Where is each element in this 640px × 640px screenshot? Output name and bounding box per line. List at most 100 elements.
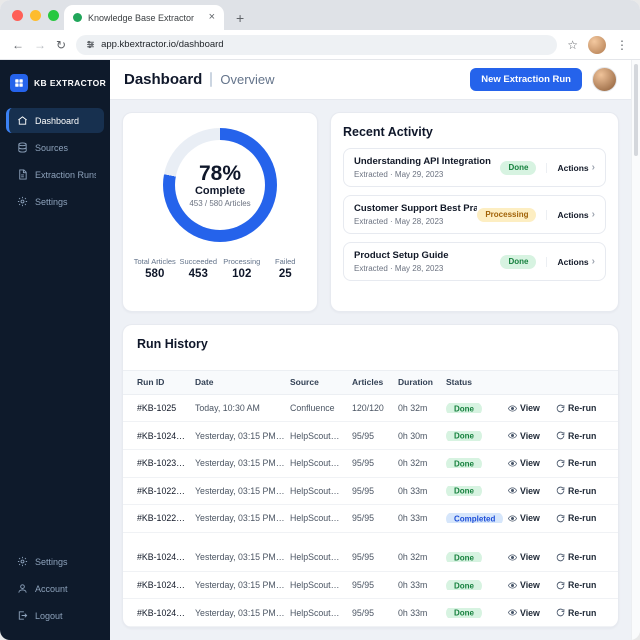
refresh-icon (556, 459, 565, 468)
status-cell: Done (446, 580, 508, 591)
run-articles: 95/95 (352, 580, 375, 591)
view-label: View (520, 485, 540, 496)
status-cell: Done (446, 552, 508, 563)
sidebar-item-label: Settings (35, 556, 68, 567)
status-cell: Done (446, 403, 508, 414)
completion-label: Complete (194, 185, 246, 198)
actions-button[interactable]: Actions › (546, 209, 595, 220)
scrollbar[interactable] (631, 60, 640, 640)
app-name: KB EXTRACTOR (34, 78, 107, 88)
stat-label: Succeeded (179, 257, 218, 266)
rerun-button[interactable]: Re-run (556, 513, 604, 523)
run-source: Confluence (290, 403, 335, 414)
activity-subtitle: Extracted · May 28, 2023 (354, 264, 444, 273)
status-cell: Done (446, 458, 508, 469)
rerun-button[interactable]: Re-run (556, 458, 604, 468)
eye-icon (508, 405, 517, 412)
activity-item: Customer Support Best Practices Extracte… (343, 195, 606, 234)
sidebar-item-extraction-runs[interactable]: Extraction Runs (6, 162, 104, 187)
chevron-right-icon: › (591, 161, 595, 173)
address-bar[interactable]: app.kbextractor.io/dashboard (76, 34, 558, 55)
run-date: Yesterday, 03:15 PM… (195, 513, 285, 524)
new-extraction-run-button[interactable]: New Extraction Run (470, 68, 582, 91)
rerun-label: Re-run (568, 513, 597, 524)
zoom-window-button[interactable] (48, 10, 59, 21)
sidebar-footer-logout[interactable]: Logout (6, 603, 104, 628)
rerun-label: Re-run (568, 607, 597, 618)
table-row: #KB-1023… Yesterday, 03:15 PM… HelpScout… (123, 450, 618, 478)
view-button[interactable]: View (508, 458, 556, 468)
run-duration: 0h 33m (398, 485, 428, 496)
tab-close-icon[interactable]: × (209, 12, 215, 23)
view-label: View (520, 513, 540, 524)
sidebar-item-settings[interactable]: Settings (6, 189, 104, 214)
sidebar-item-label: Sources (35, 142, 69, 153)
sidebar-item-label: Settings (35, 196, 68, 207)
table-row: #KB-1022… Yesterday, 03:15 PM… HelpScout… (123, 478, 618, 506)
gear-icon (17, 556, 28, 567)
back-icon[interactable]: ← (12, 39, 24, 51)
column-status: Status (446, 377, 472, 388)
rerun-button[interactable]: Re-run (556, 552, 604, 562)
rerun-label: Re-run (568, 403, 597, 414)
sidebar-footer-settings[interactable]: Settings (6, 549, 104, 574)
run-id: #KB-1022… (137, 513, 185, 524)
sidebar-item-dashboard[interactable]: Dashboard (6, 108, 104, 133)
reload-icon[interactable]: ↻ (56, 39, 66, 51)
eye-icon (508, 515, 517, 522)
browser-menu-icon[interactable]: ⋮ (616, 39, 628, 51)
view-button[interactable]: View (508, 403, 556, 413)
browser-window: Knowledge Base Extractor × + ← → ↻ app.k… (0, 0, 640, 640)
rerun-button[interactable]: Re-run (556, 486, 604, 496)
refresh-icon (556, 404, 565, 412)
bookmark-star-icon[interactable]: ☆ (567, 39, 578, 51)
sidebar-footer-account[interactable]: Account (6, 576, 104, 601)
rerun-button[interactable]: Re-run (556, 431, 604, 441)
run-date: Yesterday, 03:15 PM… (195, 580, 285, 591)
view-button[interactable]: View (508, 608, 556, 618)
browser-profile-avatar[interactable] (588, 35, 606, 54)
status-badge: Done (500, 254, 537, 269)
table-row: #KB-1024… Yesterday, 03:15 PM… HelpScout… (123, 572, 618, 600)
recent-activity-card: Recent Activity Understanding API Integr… (330, 112, 619, 312)
view-button[interactable]: View (508, 431, 556, 441)
completion-percent: 78% (198, 161, 242, 185)
stat-value: 25 (278, 268, 292, 280)
actions-label: Actions (557, 209, 589, 220)
run-articles: 95/95 (352, 458, 375, 469)
rerun-button[interactable]: Re-run (556, 608, 604, 618)
view-button[interactable]: View (508, 486, 556, 496)
page-header: Dashboard Overview New Extraction Run (110, 60, 631, 100)
run-source: HelpScout… (290, 458, 340, 469)
sidebar-item-sources[interactable]: Sources (6, 135, 104, 160)
view-button[interactable]: View (508, 580, 556, 590)
view-button[interactable]: View (508, 552, 556, 562)
run-id: #KB-1024… (137, 430, 185, 441)
rerun-button[interactable]: Re-run (556, 580, 604, 590)
run-duration: 0h 32m (398, 552, 428, 563)
stats-row: Total Articles 580 Succeeded 453 Process… (133, 257, 307, 280)
browser-tab[interactable]: Knowledge Base Extractor × (64, 5, 224, 30)
user-avatar[interactable] (592, 67, 617, 92)
actions-button[interactable]: Actions › (546, 161, 595, 173)
table-row: #KB-1024… Yesterday, 03:15 PM… HelpScout… (123, 422, 618, 450)
actions-button[interactable]: Actions › (546, 256, 595, 267)
run-id: #KB-1022… (137, 485, 185, 496)
view-label: View (520, 580, 540, 591)
stat-processing: Processing 102 (220, 257, 264, 280)
table-row: #KB-1025 Today, 10:30 AM Confluence 120/… (123, 395, 618, 423)
run-source: HelpScout… (290, 430, 340, 441)
status-badge: Done (446, 430, 482, 441)
column-articles: Articles (352, 377, 384, 388)
run-source: HelpScout… (290, 580, 340, 591)
scrollbar-thumb[interactable] (634, 64, 638, 156)
status-badge: Done (446, 485, 482, 496)
close-window-button[interactable] (12, 10, 23, 21)
forward-icon[interactable]: → (34, 39, 46, 51)
view-button[interactable]: View (508, 513, 556, 523)
rerun-button[interactable]: Re-run (556, 403, 604, 413)
new-tab-button[interactable]: + (236, 11, 244, 25)
status-badge: Done (446, 580, 482, 591)
activity-title: Customer Support Best Practices (354, 203, 478, 214)
minimize-window-button[interactable] (30, 10, 41, 21)
